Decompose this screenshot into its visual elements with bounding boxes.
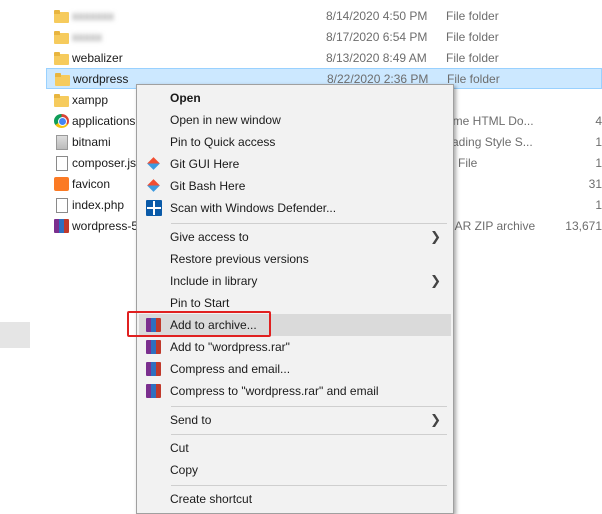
- menu-item-git-gui[interactable]: Git GUI Here: [139, 153, 451, 175]
- menu-item-label: Send to: [170, 413, 212, 427]
- file-name: xxxxxxx: [72, 9, 114, 23]
- file-name: index.php: [72, 198, 125, 212]
- file-row[interactable]: xxxxx 8/17/2020 6:54 PM File folder: [46, 27, 602, 48]
- menu-item-label: Cut: [170, 441, 189, 455]
- file-size: 1: [595, 198, 602, 212]
- file-size: 1: [595, 156, 602, 170]
- file-date: 8/17/2020 6:54 PM: [326, 30, 428, 44]
- file-name: xxxxx: [72, 30, 102, 44]
- menu-item-include-library[interactable]: Include in library ❯: [139, 270, 451, 292]
- winrar-icon: [54, 219, 69, 233]
- menu-item-restore-versions[interactable]: Restore previous versions: [139, 248, 451, 270]
- menu-item-create-shortcut[interactable]: Create shortcut: [139, 488, 451, 510]
- context-menu: Open Open in new window Pin to Quick acc…: [136, 84, 454, 514]
- menu-item-label: Compress to "wordpress.rar" and email: [170, 384, 379, 398]
- menu-item-label: Pin to Quick access: [170, 135, 276, 149]
- chevron-right-icon: ❯: [430, 412, 441, 427]
- file-row[interactable]: webalizer 8/13/2020 8:49 AM File folder: [46, 48, 602, 69]
- menu-item-label: Restore previous versions: [170, 252, 309, 266]
- file-name: webalizer: [72, 51, 123, 65]
- folder-icon: [55, 72, 70, 86]
- file-type: ome HTML Do...: [446, 114, 534, 128]
- menu-item-copy[interactable]: Copy: [139, 459, 451, 481]
- menu-item-git-bash[interactable]: Git Bash Here: [139, 175, 451, 197]
- menu-item-open-new-window[interactable]: Open in new window: [139, 109, 451, 131]
- menu-item-label: Open: [170, 91, 201, 105]
- file-type: File folder: [446, 51, 499, 65]
- file-type: File folder: [446, 30, 499, 44]
- file-size: 31: [588, 177, 602, 191]
- menu-item-label: Compress and email...: [170, 362, 291, 376]
- chrome-icon: [54, 114, 69, 128]
- file-name: xampp: [72, 93, 109, 107]
- navigation-pane: [0, 0, 32, 504]
- menu-item-label: Add to "wordpress.rar": [170, 340, 290, 354]
- menu-item-scan-defender[interactable]: Scan with Windows Defender...: [139, 197, 451, 219]
- xampp-icon: [54, 177, 69, 191]
- folder-icon: [54, 30, 69, 44]
- file-name: favicon: [72, 177, 111, 191]
- defender-icon: [146, 200, 162, 216]
- menu-item-label: Git GUI Here: [170, 157, 240, 171]
- file-date: 8/13/2020 8:49 AM: [326, 51, 427, 65]
- nav-selected-item[interactable]: [0, 322, 30, 348]
- menu-item-label: Copy: [170, 463, 199, 477]
- file-type: File folder: [446, 9, 499, 23]
- file-name: wordpress: [73, 72, 129, 86]
- document-icon: [56, 156, 68, 171]
- menu-separator: [171, 406, 447, 407]
- file-size: 13,671: [565, 219, 602, 233]
- menu-separator: [171, 223, 447, 224]
- winrar-icon: [146, 362, 161, 376]
- file-size: 4: [595, 114, 602, 128]
- menu-item-label: Open in new window: [170, 113, 281, 127]
- menu-item-add-to-rar[interactable]: Add to "wordpress.rar": [139, 336, 451, 358]
- file-size: 1: [595, 135, 602, 149]
- document-icon: [56, 198, 68, 213]
- file-date: 8/14/2020 4:50 PM: [326, 9, 428, 23]
- file-type: File folder: [447, 72, 500, 86]
- folder-icon: [54, 9, 69, 23]
- menu-item-label: Git Bash Here: [170, 179, 246, 193]
- menu-item-compress-email[interactable]: Compress and email...: [139, 358, 451, 380]
- file-name: wordpress-5: [72, 219, 139, 233]
- menu-item-open[interactable]: Open: [139, 87, 451, 109]
- menu-item-cut[interactable]: Cut: [139, 437, 451, 459]
- annotation-highlight-box: [127, 311, 271, 337]
- bitnami-icon: [56, 135, 68, 150]
- winrar-icon: [146, 340, 161, 354]
- menu-item-compress-rar-email[interactable]: Compress to "wordpress.rar" and email: [139, 380, 451, 402]
- file-name: composer.js: [72, 156, 137, 170]
- chevron-right-icon: ❯: [430, 229, 441, 244]
- menu-item-label: Give access to: [170, 230, 249, 244]
- file-row[interactable]: xxxxxxx 8/14/2020 4:50 PM File folder: [46, 6, 602, 27]
- menu-item-send-to[interactable]: Send to ❯: [139, 409, 451, 431]
- menu-item-label: Pin to Start: [170, 296, 230, 310]
- file-type: cading Style S...: [446, 135, 533, 149]
- git-icon: [146, 178, 162, 194]
- menu-item-give-access[interactable]: Give access to ❯: [139, 226, 451, 248]
- file-name: applications: [72, 114, 136, 128]
- chevron-right-icon: ❯: [430, 273, 441, 288]
- menu-item-label: Scan with Windows Defender...: [170, 201, 337, 215]
- menu-separator: [171, 485, 447, 486]
- folder-icon: [54, 51, 69, 65]
- menu-item-pin-quick-access[interactable]: Pin to Quick access: [139, 131, 451, 153]
- menu-separator: [171, 434, 447, 435]
- winrar-icon: [146, 384, 161, 398]
- file-name: bitnami: [72, 135, 111, 149]
- file-type: RAR ZIP archive: [446, 219, 536, 233]
- menu-item-label: Include in library: [170, 274, 258, 288]
- folder-icon: [54, 93, 69, 107]
- git-icon: [146, 156, 162, 172]
